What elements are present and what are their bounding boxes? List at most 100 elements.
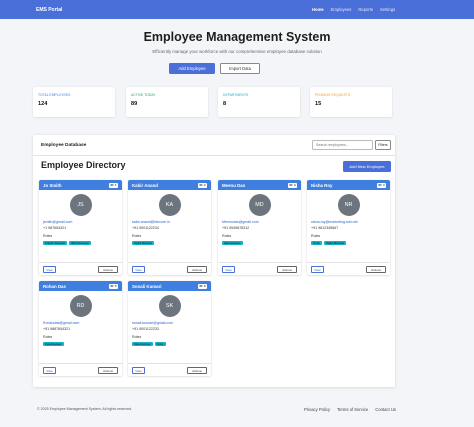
actions-button[interactable]: Actions xyxy=(366,266,386,273)
employee-email[interactable]: Meenudas@gmail.com xyxy=(222,220,297,224)
stat-label: ACTIVE TODAY xyxy=(131,93,156,97)
role-tags: Data Engineer Tester xyxy=(132,342,207,347)
employee-phone: +91 9949678312 xyxy=(222,226,250,230)
employee-email[interactable]: Rohandas@gmail.com xyxy=(43,321,118,325)
stat-card-total-employees: TOTAL EMPLOYEES 124 xyxy=(33,87,115,117)
view-button[interactable]: View xyxy=(132,266,145,273)
stat-value: 15 xyxy=(315,101,322,107)
roles-label: Roles xyxy=(43,234,53,238)
role-tags: Data Engineer xyxy=(43,342,118,347)
footer-link-privacy[interactable]: Privacy Policy xyxy=(304,407,330,412)
card-header: Kabir Anand ID: 2 xyxy=(128,180,211,190)
employee-phone: +91 9001122233 xyxy=(132,327,159,331)
employee-name: Rohan Das xyxy=(43,283,66,289)
avatar: NR xyxy=(337,194,360,216)
employee-email[interactable]: nisha.roy@marketing.tuki.net xyxy=(311,220,386,224)
avatar: JS xyxy=(69,194,92,216)
actions-button[interactable]: Actions xyxy=(277,266,297,273)
add-employee-button[interactable]: Add Employee xyxy=(169,63,215,74)
card-footer: View Actions xyxy=(39,363,122,376)
employee-id-badge: ID: 1 xyxy=(108,182,118,188)
nav-link-reports[interactable]: Reports xyxy=(358,7,373,12)
add-new-employee-button[interactable]: Add New Employee xyxy=(343,161,391,172)
actions-button[interactable]: Actions xyxy=(187,266,207,273)
employee-id-badge: ID: 6 xyxy=(197,283,207,289)
role-tags: Digital Marketer xyxy=(132,241,207,246)
employee-id-badge: ID: 2 xyxy=(197,182,207,188)
role-tags: Graphic Designer Web Developer xyxy=(43,241,118,246)
stat-card-pending-requests: PENDING REQUESTS 15 xyxy=(310,87,392,117)
card-footer: View Actions xyxy=(128,262,211,275)
roles-label: Roles xyxy=(222,234,232,238)
employee-email[interactable]: kabir.anand@idecore.in xyxy=(132,220,207,224)
footer-copyright: © 2025 Employee Management System. All r… xyxy=(37,407,133,411)
card-body: nisha.roy@marketing.tuki.net +91 9812345… xyxy=(307,220,390,246)
filters-button[interactable]: Filters xyxy=(375,140,391,150)
actions-button[interactable]: Actions xyxy=(98,266,118,273)
employee-phone: +1 987654321 xyxy=(43,226,67,230)
search-input[interactable] xyxy=(312,140,373,150)
actions-button[interactable]: Actions xyxy=(98,367,118,374)
employee-card: Sonali Kumari ID: 6 SK sonali.kumari@gma… xyxy=(128,281,211,376)
employee-card: Kabir Anand ID: 2 KA kabir.anand@idecore… xyxy=(128,180,211,275)
employee-database-panel: Employee Database Filters Employee Direc… xyxy=(33,135,395,387)
employee-phone: +91 9812345667 xyxy=(311,226,339,230)
roles-label: Roles xyxy=(132,335,142,339)
card-header: Meenu Das ID: 3 xyxy=(218,180,301,190)
role-tags: Tester Digital Marketer xyxy=(311,241,386,246)
employee-card: Rohan Das ID: 5 RD Rohandas@gmail.com +9… xyxy=(39,281,122,376)
employee-card: Nisha Roy ID: 4 NR nisha.roy@marketing.t… xyxy=(307,180,390,275)
avatar: RD xyxy=(69,295,92,317)
panel-header: Employee Database Filters xyxy=(33,135,395,156)
stat-label: PENDING REQUESTS xyxy=(315,93,351,97)
brand-logo[interactable]: EMS Portal xyxy=(36,7,62,13)
nav-link-settings[interactable]: Settings xyxy=(380,7,395,12)
employee-email[interactable]: sonali.kumari@gmail.com xyxy=(132,321,207,325)
stat-value: 124 xyxy=(38,101,48,107)
card-footer: View Actions xyxy=(218,262,301,275)
card-header: Rohan Das ID: 5 xyxy=(39,281,122,291)
stat-label: DEPARTMENTS xyxy=(223,93,249,97)
footer-link-contact[interactable]: Contact Us xyxy=(375,407,396,412)
panel-title: Employee Database xyxy=(41,143,87,148)
card-header: Jo Smith ID: 1 xyxy=(39,180,122,190)
stat-card-departments: DEPARTMENTS 8 xyxy=(218,87,300,117)
view-button[interactable]: View xyxy=(222,266,235,273)
employee-name: Meenu Das xyxy=(222,182,246,188)
avatar: KA xyxy=(158,194,181,216)
role-tag: Tester xyxy=(311,241,323,246)
footer-link-terms[interactable]: Terms of Service xyxy=(337,407,368,412)
employee-name: Sonali Kumari xyxy=(132,283,162,289)
card-footer: View Actions xyxy=(307,262,390,275)
role-tag: Data Engineer xyxy=(43,342,64,347)
view-button[interactable]: View xyxy=(43,266,56,273)
role-tag: Digital Marketer xyxy=(324,241,347,246)
import-data-button[interactable]: Import Data xyxy=(220,63,260,74)
stat-value: 89 xyxy=(131,101,138,107)
employee-email[interactable]: jsmith@gmail.com xyxy=(43,220,118,224)
employee-card: Meenu Das ID: 3 MD Meenudas@gmail.com +9… xyxy=(218,180,301,275)
employee-name: Nisha Roy xyxy=(311,182,333,188)
employee-id-badge: ID: 3 xyxy=(287,182,297,188)
actions-button[interactable]: Actions xyxy=(187,367,207,374)
view-button[interactable]: View xyxy=(43,367,56,374)
stat-card-active-today: ACTIVE TODAY 89 xyxy=(126,87,208,117)
page-title: Employee Management System xyxy=(143,30,331,44)
card-body: Rohandas@gmail.com +91 9887654321 Roles … xyxy=(39,321,122,347)
employee-id-badge: ID: 4 xyxy=(376,182,386,188)
roles-label: Roles xyxy=(43,335,53,339)
employee-id-badge: ID: 5 xyxy=(108,283,118,289)
role-tag: Tester xyxy=(154,342,166,347)
role-tag: Graphic Designer xyxy=(43,241,68,246)
card-footer: View Actions xyxy=(128,363,211,376)
roles-label: Roles xyxy=(311,234,321,238)
nav-link-home[interactable]: Home xyxy=(312,7,324,12)
view-button[interactable]: View xyxy=(132,367,145,374)
card-header: Sonali Kumari ID: 6 xyxy=(128,281,211,291)
avatar: MD xyxy=(248,194,271,216)
card-body: sonali.kumari@gmail.com +91 9001122233 R… xyxy=(128,321,211,347)
footer-links: Privacy Policy Terms of Service Contact … xyxy=(304,407,396,412)
view-button[interactable]: View xyxy=(311,266,324,273)
role-tags: Data Engineer xyxy=(222,241,297,246)
nav-link-employees[interactable]: Employees xyxy=(331,7,352,12)
